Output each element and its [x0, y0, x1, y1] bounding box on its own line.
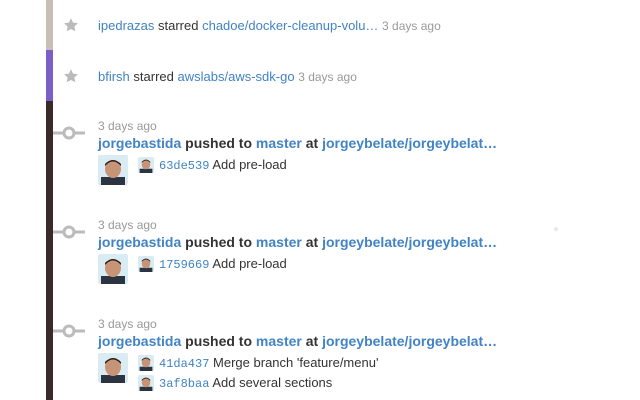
- push-title: jorgebastida pushed to master at jorgeyb…: [98, 234, 497, 250]
- timestamp: 3 days ago: [98, 317, 157, 331]
- committer-avatar[interactable]: [138, 355, 154, 371]
- action-text: starred: [158, 18, 199, 33]
- branch-link[interactable]: master: [256, 333, 302, 349]
- avatar[interactable]: [98, 155, 128, 185]
- branch-link[interactable]: master: [256, 135, 302, 151]
- avatar[interactable]: [98, 254, 128, 284]
- commit-message: Merge branch 'feature/menu': [213, 355, 379, 370]
- commit-sha-link[interactable]: 41da437: [159, 357, 209, 371]
- action-text: pushed to: [185, 234, 253, 250]
- repo-link[interactable]: chadoe/docker-cleanup-volu…: [202, 18, 378, 33]
- push-title: jorgebastida pushed to master at jorgeyb…: [98, 333, 497, 349]
- user-link[interactable]: jorgebastida: [98, 135, 181, 151]
- git-commit-icon: [53, 126, 85, 140]
- user-link[interactable]: bfirsh: [98, 69, 130, 84]
- star-event-text: ipedrazas starred chadoe/docker-cleanup-…: [98, 18, 441, 33]
- feed-item-push: 3 days ago jorgebastida pushed to master…: [0, 101, 640, 200]
- commit-row: 41da437 Merge branch 'feature/menu': [159, 355, 378, 371]
- commit-sha-link[interactable]: 1759669: [159, 258, 209, 272]
- committer-avatar[interactable]: [138, 157, 154, 173]
- timestamp: 3 days ago: [98, 119, 157, 133]
- timestamp: 3 days ago: [98, 218, 157, 232]
- repo-link[interactable]: jorgeybelate/jorgeybelat…: [322, 234, 497, 250]
- commit-sha-link[interactable]: 3af8baa: [159, 377, 209, 391]
- repo-link[interactable]: awslabs/aws-sdk-go: [178, 69, 295, 84]
- committer-avatar[interactable]: [138, 256, 154, 272]
- at-text: at: [305, 333, 319, 349]
- branch-link[interactable]: master: [256, 234, 302, 250]
- repo-link[interactable]: jorgeybelate/jorgeybelat…: [322, 135, 497, 151]
- commit-message: Add pre-load: [212, 256, 287, 271]
- at-text: at: [305, 135, 319, 151]
- timestamp: 3 days ago: [298, 70, 357, 84]
- user-link[interactable]: jorgebastida: [98, 234, 181, 250]
- timestamp: 3 days ago: [382, 19, 441, 33]
- push-title: jorgebastida pushed to master at jorgeyb…: [98, 135, 497, 151]
- action-text: pushed to: [185, 333, 253, 349]
- committer-avatar[interactable]: [138, 375, 154, 391]
- avatar[interactable]: [98, 353, 128, 383]
- commit-row: 1759669 Add pre-load: [159, 256, 287, 272]
- decorative-dot: [554, 227, 558, 231]
- action-text: pushed to: [185, 135, 253, 151]
- commit-sha-link[interactable]: 63de539: [159, 159, 209, 173]
- commit-row: 63de539 Add pre-load: [159, 157, 287, 173]
- feed-item-star: ipedrazas starred chadoe/docker-cleanup-…: [0, 0, 640, 50]
- commit-message: Add pre-load: [212, 157, 287, 172]
- feed-item-push: 3 days ago jorgebastida pushed to master…: [0, 200, 640, 299]
- at-text: at: [305, 234, 319, 250]
- commit-message: Add several sections: [212, 375, 333, 390]
- action-text: starred: [133, 69, 174, 84]
- repo-link[interactable]: jorgeybelate/jorgeybelat…: [322, 333, 497, 349]
- star-icon: [63, 68, 79, 84]
- feed-item-push: 3 days ago jorgebastida pushed to master…: [0, 299, 640, 400]
- commit-row: 3af8baa Add several sections: [159, 375, 332, 391]
- star-icon: [63, 17, 79, 33]
- user-link[interactable]: ipedrazas: [98, 18, 154, 33]
- feed-item-star: bfirsh starred awslabs/aws-sdk-go 3 days…: [0, 50, 640, 101]
- user-link[interactable]: jorgebastida: [98, 333, 181, 349]
- star-event-text: bfirsh starred awslabs/aws-sdk-go 3 days…: [98, 69, 357, 84]
- git-commit-icon: [53, 225, 85, 239]
- git-commit-icon: [53, 324, 85, 338]
